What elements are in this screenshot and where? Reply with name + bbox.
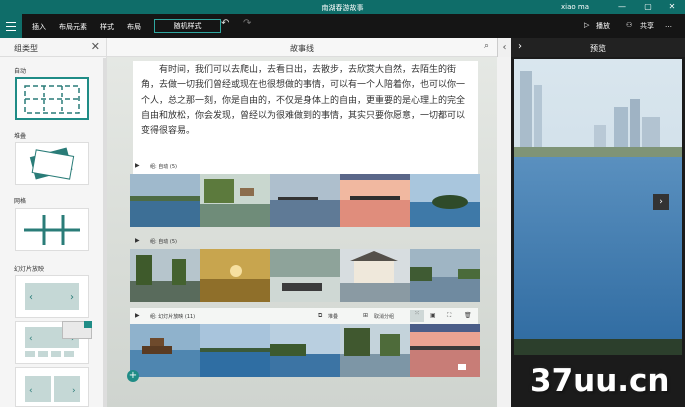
group-type-header: 组类型 ✕ [0, 38, 106, 57]
photo-strip [130, 324, 480, 377]
group-label-auto: 自动 [14, 68, 27, 75]
svg-text:‹: ‹ [29, 292, 33, 303]
group-type-title: 组类型 [14, 44, 38, 53]
group-label-stack: 堆叠 [14, 133, 27, 140]
svg-text:›: › [70, 292, 74, 303]
close-icon[interactable]: ✕ [91, 40, 100, 53]
preview-header: › 预览 [511, 38, 685, 57]
menu-layout[interactable]: 布局 [127, 22, 141, 32]
add-group-button[interactable]: + [127, 370, 139, 382]
stack-layout-icon [29, 147, 75, 180]
slideshow-layout-icon: ‹ › [25, 283, 79, 310]
menu-style[interactable]: 样式 [100, 22, 114, 32]
photo-pink-sunset[interactable] [410, 324, 480, 377]
photo-wooden-boat[interactable] [130, 324, 200, 377]
play-icon[interactable]: ▷ [584, 21, 589, 29]
search-icon[interactable]: ⌕ [484, 41, 489, 51]
grid-layout-icon [24, 215, 80, 245]
group-label: 组: 自动 (5) [150, 239, 177, 245]
menu-insert[interactable]: 插入 [32, 22, 46, 32]
group-thumb-slideshow[interactable]: ‹ › [15, 275, 89, 318]
svg-text:‹: ‹ [29, 386, 33, 396]
group-thumb-grid[interactable] [15, 208, 89, 251]
crop-tool-icon[interactable]: ⛶ [447, 312, 451, 320]
stack-tool-label[interactable]: 堆叠 [328, 313, 338, 320]
photo-trees-water[interactable] [340, 324, 410, 377]
photo-strip [130, 174, 480, 227]
expand-arrow-icon[interactable]: ▶ [135, 312, 140, 319]
photo-lake[interactable] [130, 174, 200, 227]
collapse-preview-icon[interactable]: ‹ [497, 38, 511, 57]
group-header: ▶ 组: 自动 (5) [130, 158, 478, 174]
maximize-button[interactable]: ▢ [639, 1, 657, 13]
ungroup-icon[interactable]: ⊞ [363, 312, 368, 319]
group-header: ▶ 组: 自动 (5) [130, 233, 478, 249]
svg-text:›: › [72, 386, 76, 396]
delete-icon[interactable]: 🗑 [464, 312, 472, 319]
app-window: 南湖春游故事 xiao ma — ▢ ✕ 插入 布局元素 样式 布局 随机样式 … [0, 0, 685, 407]
photo-golden-sunset[interactable] [200, 249, 270, 302]
stack-tool-icon[interactable]: ⧉ [318, 312, 322, 320]
next-slide-button[interactable]: › [653, 194, 669, 210]
checkmark-icon [84, 321, 92, 328]
redo-icon[interactable]: ↷ [243, 18, 251, 29]
group-thumb-stack[interactable] [15, 142, 89, 185]
expand-arrow-icon[interactable]: ▶ [135, 237, 140, 244]
share-icon[interactable]: ⚇ [626, 21, 632, 29]
ungroup-label[interactable]: 取消分组 [374, 313, 394, 320]
photo-calm-river[interactable] [410, 249, 480, 302]
group-thumb-auto[interactable] [15, 77, 89, 120]
storyline-header: 故事线 ⌕ [107, 38, 497, 57]
auto-layout-tool-icon[interactable]: ⁙ [410, 310, 424, 322]
photo-pavilion[interactable] [200, 174, 270, 227]
photo-island[interactable] [410, 174, 480, 227]
fit-tool-icon[interactable]: ▣ [430, 312, 436, 319]
group-label: 组: 幻灯片放映 (11) [150, 314, 196, 320]
svg-text:‹: ‹ [29, 334, 33, 344]
hamburger-menu-button[interactable] [0, 14, 22, 38]
group-thumb-slideshow-split[interactable]: ‹ › [15, 367, 89, 407]
storyline-panel: 故事线 ⌕ 有时间，我们可以去爬山，去看日出，去散步，去欣赏大自然，去陌生的街角… [107, 38, 497, 407]
auto-layout-icon [24, 85, 80, 114]
photo-group[interactable]: ▶ 组: 自动 (5) [130, 233, 480, 302]
photo-willows[interactable] [130, 249, 200, 302]
drag-preview [62, 321, 92, 339]
photo-group[interactable]: ▶ 组: 自动 (5) [130, 158, 480, 227]
random-style-button[interactable]: 随机样式 [154, 19, 221, 33]
group-label-grid: 网格 [14, 198, 27, 205]
photo-blue-lake[interactable] [200, 324, 270, 377]
preview-title: 预览 [590, 44, 606, 53]
user-name[interactable]: xiao ma [561, 3, 589, 11]
photo-boats[interactable] [270, 249, 340, 302]
menu-layout-elements[interactable]: 布局元素 [59, 22, 87, 32]
photo-group-selected[interactable]: ▶ 组: 幻灯片放映 (11) ⧉ 堆叠 ⊞ 取消分组 ⁙ ▣ ⛶ 🗑 [130, 308, 480, 377]
title-bar: 南湖春游故事 xiao ma — ▢ ✕ [0, 0, 685, 14]
group-label-slideshow: 幻灯片放映 [14, 266, 45, 273]
storyline-title: 故事线 [290, 44, 314, 53]
share-button[interactable]: 共享 [640, 21, 654, 31]
photo-shoreline[interactable] [270, 324, 340, 377]
left-scrollbar[interactable] [103, 58, 106, 407]
photo-strip [130, 249, 480, 302]
group-header: ▶ 组: 幻灯片放映 (11) ⧉ 堆叠 ⊞ 取消分组 ⁙ ▣ ⛶ 🗑 [130, 308, 478, 324]
photo-old-building[interactable] [340, 249, 410, 302]
close-window-button[interactable]: ✕ [663, 1, 681, 13]
ribbon: 插入 布局元素 样式 布局 随机样式 ↶ ↷ ▷ 播放 ⚇ 共享 … [0, 14, 685, 38]
watermark-logo: 37uu.cn [530, 363, 670, 399]
photo-dusk-lake[interactable] [270, 174, 340, 227]
more-icon[interactable]: … [665, 21, 672, 29]
minimize-button[interactable]: — [613, 1, 631, 13]
play-button[interactable]: 播放 [596, 21, 610, 31]
split-slideshow-icon: ‹ › [25, 376, 80, 402]
group-type-panel: 组类型 ✕ 自动 堆叠 网格 幻灯片放映 ‹ › ‹ › ‹ › [0, 38, 107, 407]
preview-panel: › 预览 › [511, 38, 685, 407]
undo-icon[interactable]: ↶ [221, 18, 229, 29]
expand-arrow-icon[interactable]: ▶ [135, 162, 140, 169]
photo-sunset-pink[interactable] [340, 174, 410, 227]
group-label: 组: 自动 (5) [150, 164, 177, 170]
